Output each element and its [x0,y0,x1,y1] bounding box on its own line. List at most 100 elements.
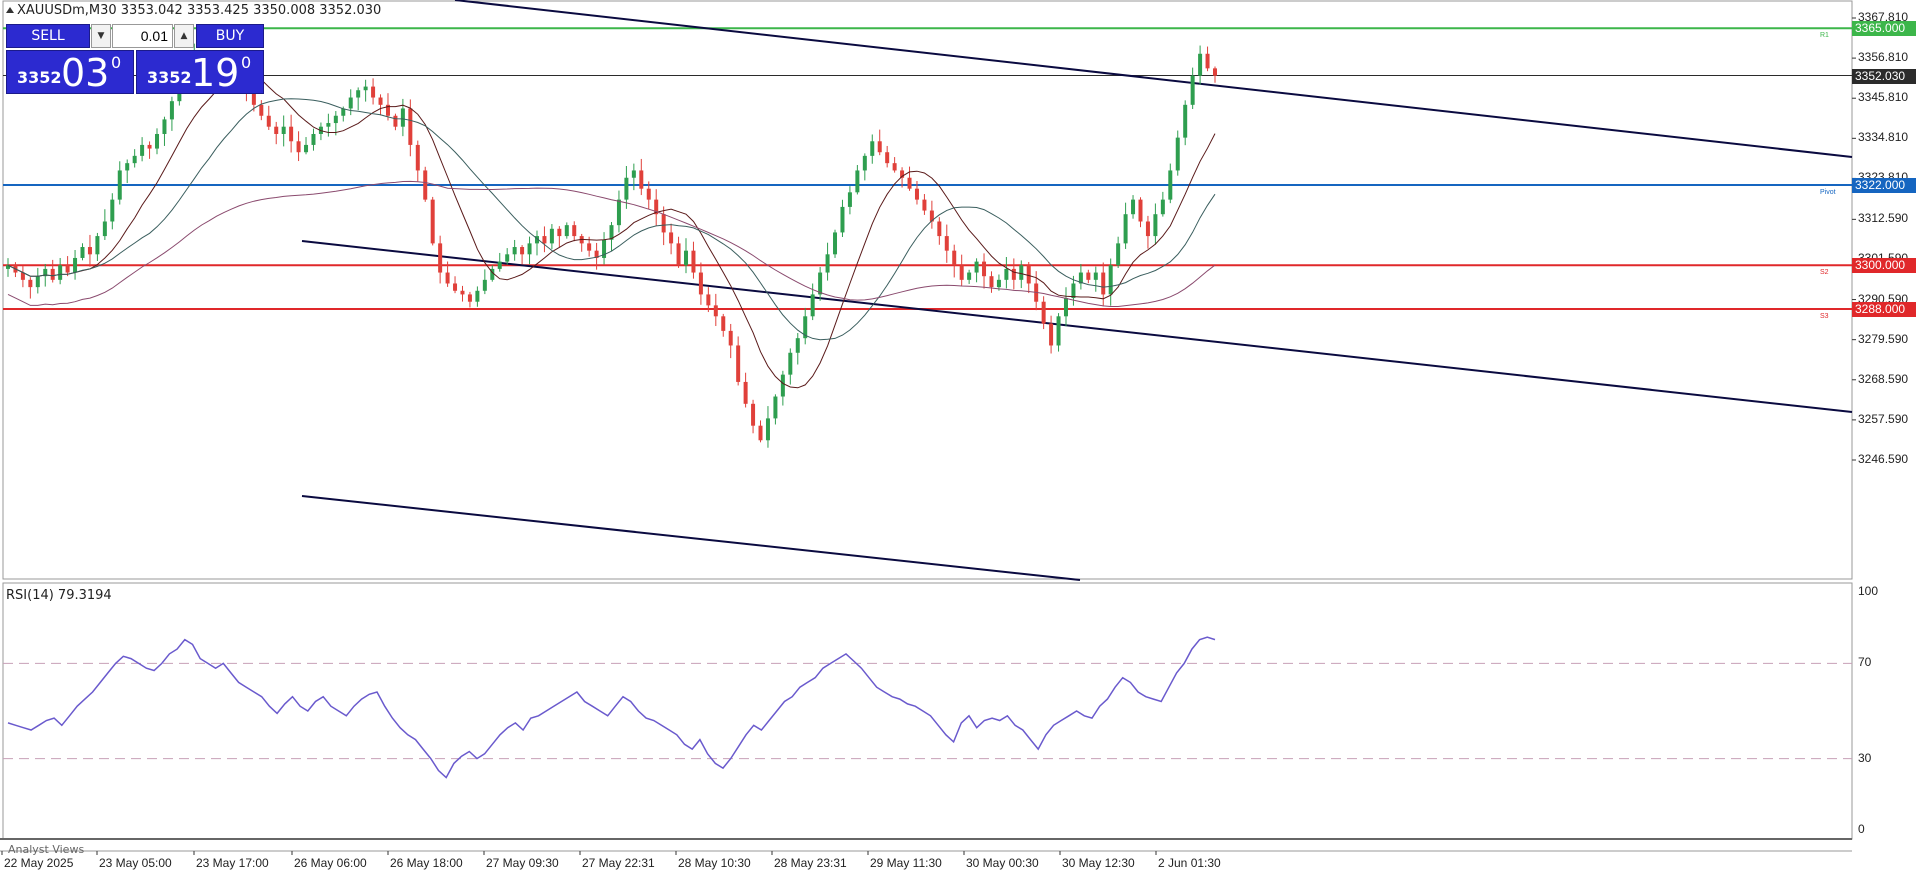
candle-body [1049,323,1054,346]
candle-body [140,144,145,156]
candle-body [1004,268,1009,280]
candle-body [959,265,964,280]
symbol-title-text: XAUUSDm,M30 3353.042 3353.425 3350.008 3… [17,3,382,18]
candle-body [713,305,718,317]
candle-body [1108,265,1113,295]
candle-body [751,403,756,426]
level-price-tag[interactable]: 3365.000 [1852,21,1916,37]
candle-body [549,228,554,244]
candle-body [914,188,919,200]
sell-price-fraction: 0 [111,53,122,72]
price-chart[interactable] [0,0,1916,874]
rsi-axis-label: 100 [1858,584,1879,598]
candle-body [1056,316,1061,346]
candle-body [356,90,361,98]
sell-button[interactable]: SELL [6,24,90,48]
candle-body [80,247,85,258]
level-price-tag[interactable]: 3352.030 [1852,68,1916,84]
lot-increase-button[interactable]: ▲ [174,24,194,48]
candle-body [363,86,368,91]
candle-body [840,206,845,233]
channel-mid-line [301,240,1853,413]
candle-body [907,177,912,189]
candle-body [631,170,636,178]
buy-price-box[interactable]: 3352 19 0 [136,50,264,95]
lot-size-input[interactable] [112,24,173,48]
candle-body [125,163,130,171]
price-axis-label: 3246.590 [1858,452,1909,466]
candle-body [773,396,778,419]
price-axis-label: 3312.590 [1858,211,1909,226]
candle-body [117,170,122,200]
sell-price-box[interactable]: 3352 03 0 [6,50,134,95]
candle-body [1093,272,1098,280]
analyst-views-label[interactable]: Analyst Views [8,843,84,856]
candle-body [1131,199,1136,215]
candle-body [527,243,532,255]
candle-body [892,163,897,171]
candle-body [304,144,309,153]
level-tag-label: S3 [1820,313,1829,320]
candle-body [162,119,167,134]
collapse-arrow-icon[interactable] [6,7,14,13]
price-axis-label: 3279.590 [1858,331,1909,346]
candle-body [587,243,592,251]
time-axis-label: 28 May 23:31 [774,856,847,870]
level-price-tag[interactable]: 3288.000 [1852,302,1916,317]
ma-mid-line [7,98,1216,341]
candle-body [952,250,957,266]
level-price-tag[interactable]: 3300.000 [1852,258,1916,274]
time-axis-label: 22 May 2025 [4,856,74,870]
candle-body [1019,265,1024,280]
candle-body [289,126,294,142]
candle-body [296,141,301,153]
candle-body [132,155,137,164]
candle-body [155,133,160,149]
level-price-tag[interactable]: 3322.000 [1852,178,1916,194]
candle-body [259,104,264,116]
candle-body [423,170,428,200]
candle-body [460,290,465,295]
lot-decrease-button[interactable]: ▼ [91,24,111,48]
candle-body [736,345,741,382]
price-axis-label: 3268.590 [1858,371,1909,386]
candle-body [393,115,398,127]
candle-body [922,199,927,211]
candle-body [996,279,1001,288]
price-axis-label: 3257.590 [1858,411,1909,426]
candle-body [35,276,40,288]
candle-body [281,126,286,134]
candle-body [944,236,949,251]
candle-body [445,272,450,284]
time-axis-label: 26 May 18:00 [390,856,463,870]
candle-body [646,188,651,200]
buy-button[interactable]: BUY [196,24,264,48]
candle-body [810,294,815,317]
rsi-pane-frame [2,582,1853,840]
candle-body [1190,75,1195,105]
candle-body [765,418,770,441]
candle-body [1198,53,1203,76]
candle-body [58,265,63,280]
candle-body [795,338,800,353]
candle-body [326,123,331,127]
candle-body [1041,301,1046,324]
sell-label: SELL [31,28,65,44]
chart-window[interactable]: XAUUSDm,M30 3353.042 3353.425 3350.008 3… [0,0,1916,874]
buy-price-prefix: 3352 [147,68,192,87]
candle-body [73,257,78,273]
candle-body [1123,214,1128,244]
candle-body [311,133,316,145]
candle-body [371,86,376,98]
candle-body [698,272,703,295]
candle-body [564,225,569,237]
candle-body [788,352,793,375]
candle-body [50,268,55,280]
time-axis-label: 23 May 05:00 [99,856,172,870]
candle-body [95,236,100,255]
candle-body [65,265,70,273]
candle-body [378,97,383,105]
candle-body [467,294,472,302]
candle-body [639,170,644,189]
candle-body [110,199,115,222]
